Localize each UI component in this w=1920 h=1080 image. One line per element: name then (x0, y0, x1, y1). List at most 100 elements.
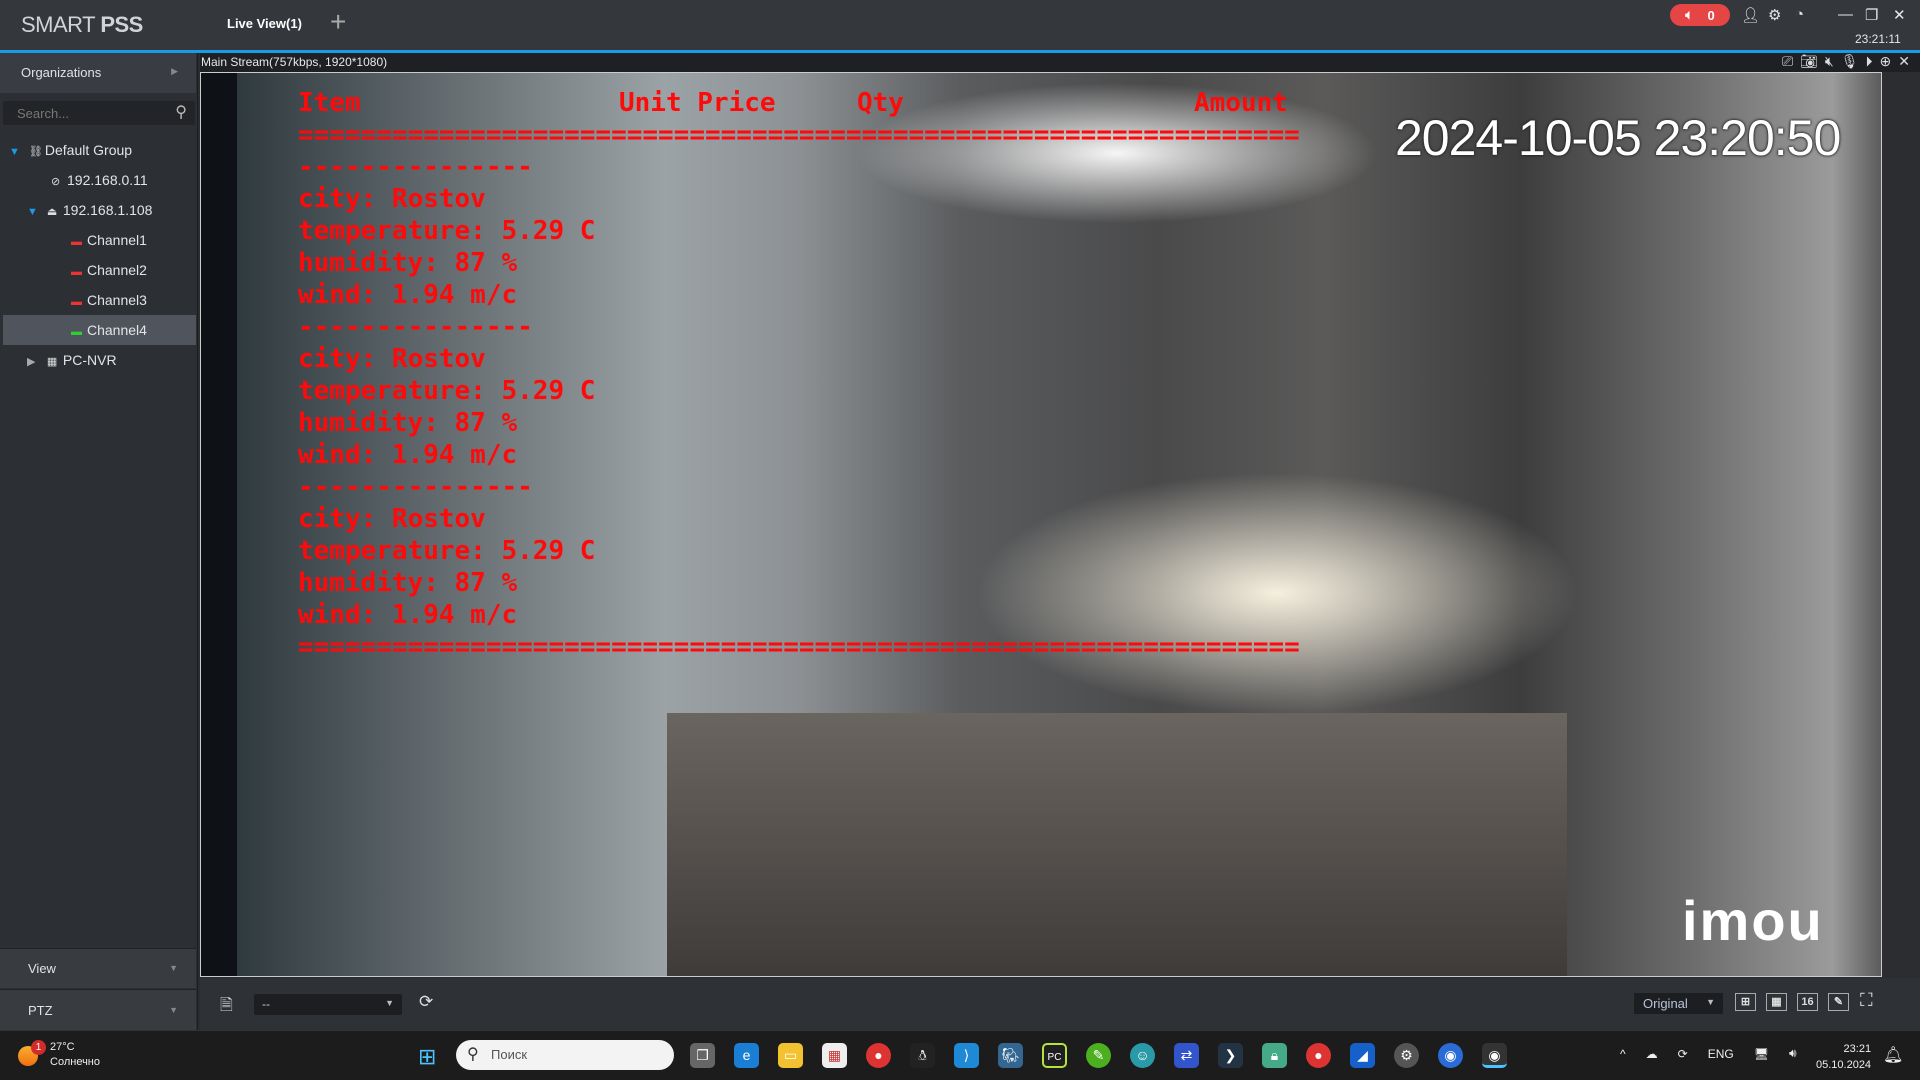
windows-start-icon[interactable]: ⊞ (418, 1044, 436, 1070)
weather-widget[interactable]: 27°C Солнечно (20, 1040, 100, 1070)
vpn-icon[interactable]: 🔒︎ (1262, 1043, 1287, 1068)
wireshark-icon[interactable]: ◢ (1350, 1043, 1375, 1068)
chevron-right-icon: ▶ (171, 66, 178, 76)
osd-line: humidity: 87 % (298, 568, 518, 598)
tree-item-channel[interactable]: ▬ Channel2 (3, 255, 196, 285)
language-indicator[interactable]: ENG (1708, 1047, 1734, 1061)
restore-icon[interactable]: ❐ (1865, 6, 1878, 24)
view-select[interactable]: -- ▼ (254, 994, 402, 1015)
osd-line: wind: 1.94 m/c (298, 440, 518, 470)
record-icon[interactable]: ⎚ (1782, 53, 1793, 70)
zoom-icon[interactable]: ⊕ (1880, 53, 1892, 70)
alarm-button[interactable]: 🔈︎ 0 (1670, 4, 1730, 26)
playback-icon[interactable]: ⏵ (1866, 53, 1873, 70)
osd-line: temperature: 5.29 C (298, 376, 596, 406)
osd-line: humidity: 87 % (298, 248, 518, 278)
osd-header: Unit Price (619, 88, 776, 118)
postgresql-icon[interactable]: 🐘︎ (998, 1043, 1023, 1068)
add-tab-button[interactable]: + (330, 8, 346, 36)
tree-item-default-group[interactable]: ▼ ⛓ Default Group (3, 135, 196, 165)
powershell-icon[interactable]: ❯ (1218, 1043, 1243, 1068)
expand-icon[interactable]: ▼ (9, 137, 25, 167)
osd-rule: --------------- (298, 312, 533, 342)
vscode-icon[interactable]: ⟩ (954, 1043, 979, 1068)
user-icon[interactable]: 👤︎ (1741, 6, 1760, 24)
fullscreen-icon[interactable]: ⛶ (1860, 990, 1873, 1011)
network-icon[interactable]: 🖥︎ (1754, 1047, 1769, 1061)
snapshot-icon[interactable]: 📷︎ (1800, 53, 1818, 70)
layout-9-icon[interactable]: ▦ (1766, 993, 1787, 1011)
taskbar-apps: ❐ e ▭ ▦ ● 🐧︎ ⟩ 🐘︎ PC ✎ ☺ ⇄ ❯ 🔒︎ ● ◢ ⚙ ◉ … (690, 1043, 1507, 1068)
app-icon[interactable]: ◉ (1438, 1043, 1463, 1068)
notification-bell-icon[interactable]: 🔔︎ (1883, 1045, 1903, 1065)
layout-16-button[interactable]: 16 (1797, 993, 1818, 1011)
camera-offline-icon: ▬ (71, 236, 82, 248)
microphone-icon[interactable]: 🎙︎ (1841, 53, 1859, 70)
taskbar-clock[interactable]: 23:21 05.10.2024 (1816, 1041, 1871, 1073)
task-view-icon[interactable]: ❐ (690, 1043, 715, 1068)
onedrive-icon[interactable]: ☁ (1646, 1047, 1658, 1061)
mute-icon[interactable]: 🔇︎ (1825, 53, 1834, 70)
taskbar-search[interactable]: ⚲ Поиск (456, 1040, 674, 1070)
device-tree: ▼ ⛓ Default Group ⊘ 192.168.0.11 ▼ ⏏ 192.16… (3, 135, 196, 375)
app-logo: SMART PSS (21, 12, 143, 38)
kitchen-counter (667, 713, 1567, 976)
tour-icon[interactable]: ⟳ (419, 992, 433, 1012)
chevron-down-icon: ▼ (169, 1005, 178, 1015)
edge-icon[interactable]: e (734, 1043, 759, 1068)
tab-live-view[interactable]: Live View(1) (227, 16, 302, 31)
tree-item-device[interactable]: ⊘ 192.168.0.11 (3, 165, 196, 195)
osd-line: city: Rostov (298, 504, 486, 534)
file-explorer-icon[interactable]: ▭ (778, 1043, 803, 1068)
store-icon[interactable]: ▦ (822, 1043, 847, 1068)
gear-icon[interactable]: ⚙ (1768, 6, 1781, 24)
linux-icon[interactable]: 🐧︎ (910, 1043, 935, 1068)
nvr-device-icon: ⏏ (46, 206, 58, 218)
close-icon[interactable]: ✕ (1893, 6, 1906, 24)
imou-watermark: imou (1682, 889, 1824, 952)
tree-item-channel[interactable]: ▬ Channel3 (3, 285, 196, 315)
search-input[interactable]: Search... ⚲ (3, 101, 195, 125)
search-placeholder: Search... (17, 106, 70, 121)
tree-item-channel[interactable]: ▬ Channel1 (3, 225, 196, 255)
organizations-header[interactable]: Organizations ▶ (0, 53, 196, 93)
smartpss-icon[interactable]: ◉ (1482, 1043, 1507, 1068)
tree-item-channel-selected[interactable]: ▬ Channel4 (3, 315, 196, 345)
tree-item-pc-nvr[interactable]: ▶ ▦ PC-NVR (3, 345, 196, 375)
camera-feed: Item Unit Price Qty Amount ================… (237, 73, 1881, 976)
collapse-icon[interactable]: ▶ (27, 347, 43, 377)
ptz-section[interactable]: PTZ ▼ (0, 989, 196, 1030)
view-section[interactable]: View ▼ (0, 948, 196, 988)
tree-label: Channel1 (87, 232, 147, 248)
expand-icon[interactable]: ▼ (27, 197, 43, 227)
speaker-icon: 🔈︎ (1685, 7, 1694, 22)
clock: 23:21:11 (1855, 32, 1901, 46)
tree-label: Channel3 (87, 292, 147, 308)
settings-icon[interactable]: ⚙ (1394, 1043, 1419, 1068)
layout-4-icon[interactable]: ⊞ (1735, 993, 1756, 1011)
minimize-icon[interactable]: — (1838, 6, 1853, 23)
osd-line: city: Rostov (298, 344, 486, 374)
custom-layout-icon[interactable]: ✎ (1828, 993, 1849, 1011)
pycharm-icon[interactable]: PC (1042, 1043, 1067, 1068)
coreldraw-icon[interactable]: ✎ (1086, 1043, 1111, 1068)
save-view-icon[interactable]: 🗎 (220, 994, 233, 1021)
scale-value: Original (1643, 996, 1688, 1011)
volume-icon[interactable]: 🔊︎ (1789, 1046, 1797, 1061)
app-icon[interactable]: ☺ (1130, 1043, 1155, 1068)
video-player[interactable]: Item Unit Price Qty Amount ================… (200, 72, 1882, 977)
chrome-profile-icon[interactable]: ● (1306, 1043, 1331, 1068)
view-label: View (28, 961, 56, 976)
camera-timestamp: 2024-10-05 23:20:50 (1395, 110, 1841, 166)
chrome-icon[interactable]: ● (866, 1043, 891, 1068)
osd-rule: --------------- (298, 472, 533, 502)
osd-line: temperature: 5.29 C (298, 536, 596, 566)
tree-item-device[interactable]: ▼ ⏏ 192.168.1.108 (3, 195, 196, 225)
chevron-up-icon[interactable]: ^ (1620, 1047, 1626, 1061)
gauge-icon[interactable]: ◔ (1795, 6, 1804, 23)
search-icon[interactable]: ⚲ (175, 102, 187, 122)
close-icon[interactable]: ✕ (1898, 53, 1910, 70)
scale-select[interactable]: Original ▼ (1634, 993, 1723, 1014)
network-icon[interactable]: ⇄ (1174, 1043, 1199, 1068)
sync-icon[interactable]: ⟳ (1678, 1047, 1688, 1061)
